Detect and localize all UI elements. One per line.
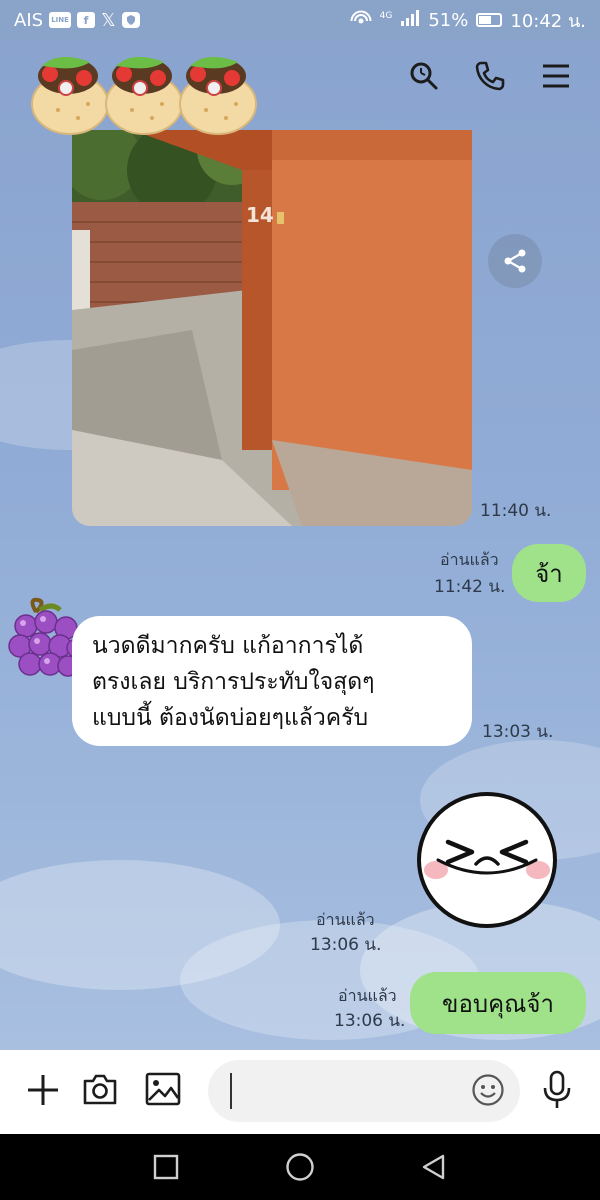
clock: 10:42 น.	[510, 10, 586, 32]
voice-button[interactable]	[541, 1070, 573, 1114]
header-actions	[406, 58, 574, 94]
outgoing-message-bubble[interactable]: ขอบคุณจ้า	[410, 972, 586, 1034]
x-app-icon: 𝕏	[101, 9, 116, 31]
back-icon	[422, 1154, 445, 1180]
menu-icon	[543, 64, 569, 88]
message-text: จ้า	[535, 559, 563, 588]
emoji-icon	[472, 1074, 504, 1106]
message-time: 11:42 น.	[434, 577, 506, 597]
facebook-icon: f	[77, 12, 96, 28]
burrito-sticker-icon	[105, 56, 183, 135]
share-button[interactable]	[488, 234, 542, 288]
message-text: ขอบคุณจ้า	[442, 989, 554, 1018]
signal-icon	[400, 9, 420, 32]
message-line: แบบนี้ ต้องนัดบ่อยๆแล้วครับ	[92, 705, 369, 731]
image-icon	[145, 1072, 181, 1106]
camera-button[interactable]	[82, 1072, 118, 1110]
mic-icon	[543, 1070, 571, 1108]
burrito-sticker-icon	[179, 56, 257, 135]
recents-icon	[153, 1154, 179, 1180]
add-button[interactable]	[26, 1073, 60, 1111]
burrito-sticker-icon	[31, 56, 109, 135]
carrier-label: AIS	[14, 9, 44, 31]
camera-icon	[83, 1074, 117, 1105]
message-time: 13:06 น.	[334, 1011, 406, 1031]
photo-image: 14	[72, 130, 472, 526]
text-caret	[230, 1073, 232, 1109]
message-line: นวดดีมากครับ แก้อาการได้	[92, 633, 364, 659]
back-button[interactable]	[420, 1153, 448, 1185]
read-receipt: อ่านแล้ว	[440, 550, 499, 569]
recents-button[interactable]	[153, 1154, 179, 1184]
read-receipt: อ่านแล้ว	[316, 910, 375, 929]
plus-icon	[28, 1075, 58, 1105]
search-button[interactable]	[406, 58, 442, 94]
photo-message[interactable]: 14	[72, 130, 472, 526]
network-type-label: 4G	[379, 10, 393, 21]
message-time: 11:40 น.	[480, 501, 552, 521]
battery-icon	[476, 13, 503, 27]
svg-text:14: 14	[246, 203, 274, 227]
call-button[interactable]	[472, 58, 508, 94]
read-receipt: อ่านแล้ว	[338, 986, 397, 1005]
message-time: 13:06 น.	[310, 935, 382, 955]
battery-percent: 51%	[428, 9, 469, 31]
menu-button[interactable]	[538, 58, 574, 94]
emoji-button[interactable]	[471, 1073, 505, 1111]
home-icon	[286, 1153, 314, 1181]
search-icon	[410, 62, 438, 90]
message-line: ตรงเลย บริการประทับใจสุดๆ	[92, 669, 375, 695]
status-bar: AIS LINE f 𝕏 4G 51% 10:42 น.	[0, 0, 600, 40]
hotspot-icon	[350, 9, 372, 32]
gallery-button[interactable]	[145, 1072, 181, 1110]
phone-icon	[475, 61, 505, 91]
profile-stickers	[28, 44, 260, 136]
incoming-message-bubble[interactable]: นวดดีมากครับ แก้อาการได้ ตรงเลย บริการปร…	[72, 616, 472, 746]
share-icon	[504, 249, 526, 273]
home-button[interactable]	[285, 1152, 315, 1186]
line-app-icon: LINE	[49, 12, 72, 28]
outgoing-message-bubble[interactable]: จ้า	[512, 544, 586, 602]
message-time: 13:03 น.	[482, 722, 554, 742]
laughing-face-sticker-icon[interactable]	[414, 790, 560, 930]
shield-app-icon	[121, 12, 140, 28]
